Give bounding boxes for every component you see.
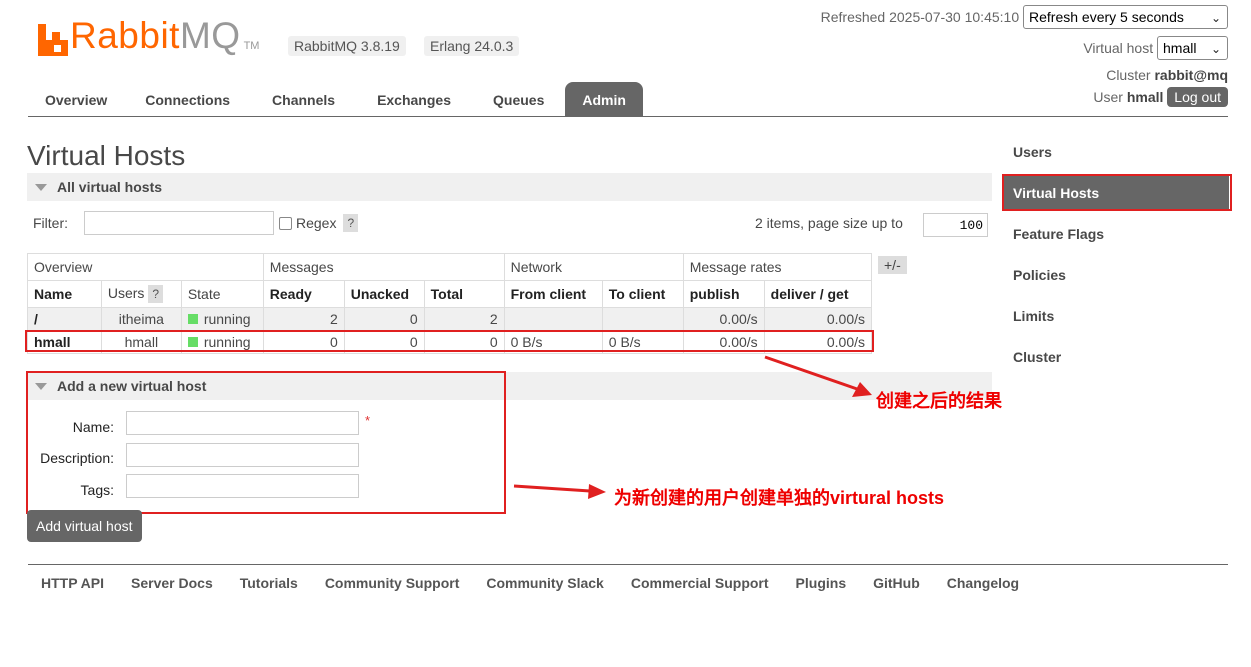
arrow-icon xyxy=(764,355,872,397)
footer-link-tutorials[interactable]: Tutorials xyxy=(240,575,298,591)
annotation-result-text: 创建之后的结果 xyxy=(876,391,1002,411)
footer-link-changelog[interactable]: Changelog xyxy=(947,575,1019,591)
footer-link-commercial-support[interactable]: Commercial Support xyxy=(631,575,769,591)
footer-link-community-slack[interactable]: Community Slack xyxy=(486,575,603,591)
footer-link-github[interactable]: GitHub xyxy=(873,575,920,591)
footer-link-community-support[interactable]: Community Support xyxy=(325,575,460,591)
footer-links: HTTP API Server Docs Tutorials Community Su… xyxy=(41,575,1046,591)
footer-divider xyxy=(28,564,1228,565)
footer-link-plugins[interactable]: Plugins xyxy=(796,575,847,591)
arrow-icon xyxy=(513,484,606,499)
footer-link-server-docs[interactable]: Server Docs xyxy=(131,575,213,591)
footer-link-http-api[interactable]: HTTP API xyxy=(41,575,104,591)
annotation-create-text: 为新创建的用户创建单独的virtural hosts xyxy=(614,488,945,508)
annotation-arrows xyxy=(513,355,872,499)
